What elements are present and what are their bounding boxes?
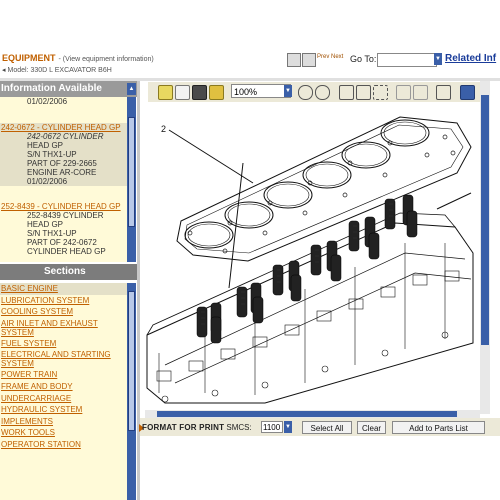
hand-pan-icon[interactable] bbox=[339, 85, 354, 100]
info-scrollbar[interactable] bbox=[127, 97, 136, 262]
viewer-vscroll-thumb[interactable] bbox=[481, 95, 489, 345]
info-scrollbar-thumb[interactable] bbox=[128, 117, 135, 227]
clear-button[interactable]: Clear bbox=[357, 421, 386, 434]
sections-heading: Sections bbox=[0, 264, 137, 280]
print-icon[interactable] bbox=[287, 53, 301, 67]
section-link-basic-engine[interactable]: BASIC ENGINE bbox=[0, 283, 127, 295]
section-link-work-tools[interactable]: WORK TOOLS bbox=[0, 427, 127, 439]
section-link-fuel[interactable]: FUEL SYSTEM bbox=[0, 338, 127, 350]
info-available-heading: Information Available bbox=[0, 81, 137, 97]
pane-divider[interactable] bbox=[137, 81, 140, 500]
viewer-hscroll-thumb[interactable] bbox=[157, 411, 457, 417]
info-item-link[interactable]: 252-8439 - CYLINDER HEAD GP bbox=[0, 202, 127, 211]
triangle-left-icon: ◂ bbox=[2, 67, 6, 74]
info-line: 01/02/2006 bbox=[27, 97, 68, 106]
section-link-frame-body[interactable]: FRAME AND BODY bbox=[0, 381, 127, 393]
sections-scrollbar-thumb[interactable] bbox=[128, 291, 135, 431]
info-line: 01/02/2006 bbox=[27, 177, 68, 186]
zoom-dropdown-arrow-icon[interactable]: ▼ bbox=[284, 85, 292, 97]
model-breadcrumb[interactable]: ◂ Model: 330D L EXCAVATOR B6H bbox=[2, 66, 112, 74]
info-item-link[interactable]: 242-0672 - CYLINDER HEAD GP bbox=[0, 123, 127, 132]
format-for-print-label[interactable]: FORMAT FOR PRINT SMCS: bbox=[142, 423, 252, 432]
document-icon[interactable] bbox=[302, 53, 316, 67]
zoom-out-icon[interactable] bbox=[315, 85, 330, 100]
callout-label: 2 bbox=[161, 124, 166, 134]
info-line: PART OF 229-2665 bbox=[27, 159, 97, 168]
section-link-air-inlet[interactable]: AIR INLET AND EXHAUST SYSTEM bbox=[0, 318, 121, 338]
goto-dropdown-arrow-icon[interactable]: ▼ bbox=[434, 53, 442, 65]
notes-icon[interactable] bbox=[209, 85, 224, 100]
smcs-label: SMCS: bbox=[226, 423, 252, 432]
info-line: HEAD GP bbox=[27, 141, 64, 150]
select-all-button[interactable]: Select All bbox=[302, 421, 352, 434]
info-line: S/N THX1-UP bbox=[27, 229, 77, 238]
zoom-in-icon[interactable] bbox=[298, 85, 313, 100]
info-line: 242-0672 CYLINDER bbox=[27, 132, 104, 141]
prev-next-nav[interactable]: Prev Next bbox=[317, 54, 343, 60]
find-icon[interactable] bbox=[396, 85, 411, 100]
section-link-operator-station[interactable]: OPERATOR STATION bbox=[0, 439, 127, 451]
scroll-up-icon[interactable]: ▲ bbox=[127, 83, 136, 95]
smcs-select[interactable]: 1100 bbox=[261, 421, 283, 433]
sections-list: BASIC ENGINE LUBRICATION SYSTEM COOLING … bbox=[0, 283, 127, 500]
viewer-horizontal-scrollbar[interactable] bbox=[145, 410, 480, 418]
info-available-list: 01/02/2006 242-0672 - CYLINDER HEAD GP 2… bbox=[0, 97, 127, 262]
info-line: 252-8439 CYLINDER bbox=[27, 211, 104, 220]
section-link-implements[interactable]: IMPLEMENTS bbox=[0, 416, 127, 428]
goto-select[interactable] bbox=[377, 53, 437, 67]
section-link-power-train[interactable]: POWER TRAIN bbox=[0, 369, 127, 381]
zoom-select[interactable]: 100% bbox=[231, 84, 291, 98]
related-info-link[interactable]: Related Inf bbox=[445, 53, 496, 64]
parts-diagram-canvas[interactable]: 2 bbox=[145, 103, 478, 410]
viewer-toolbar bbox=[148, 82, 480, 102]
settings-gear-icon[interactable] bbox=[436, 85, 451, 100]
book-icon[interactable] bbox=[192, 85, 207, 100]
cylinder-head-diagram: 2 bbox=[146, 116, 474, 404]
marquee-select-icon[interactable] bbox=[373, 85, 388, 100]
save-icon[interactable] bbox=[158, 85, 173, 100]
zoom-tool-icon[interactable] bbox=[356, 85, 371, 100]
info-line: CYLINDER HEAD GP bbox=[27, 247, 106, 256]
viewer-vertical-scrollbar[interactable] bbox=[480, 81, 490, 414]
info-line: ENGINE AR-CORE bbox=[27, 168, 97, 177]
info-line: HEAD GP bbox=[27, 220, 64, 229]
page-subtitle: - (View equipment information) bbox=[58, 56, 154, 63]
sections-scrollbar[interactable] bbox=[127, 283, 136, 500]
add-to-parts-list-button[interactable]: Add to Parts List bbox=[392, 421, 485, 434]
section-link-undercarriage[interactable]: UNDERCARRIAGE bbox=[0, 393, 127, 405]
section-link-electrical[interactable]: ELECTRICAL AND STARTING SYSTEM bbox=[0, 349, 123, 369]
section-link-cooling[interactable]: COOLING SYSTEM bbox=[0, 306, 127, 318]
find-next-icon[interactable] bbox=[413, 85, 428, 100]
print-icon[interactable] bbox=[175, 85, 190, 100]
section-link-lubrication[interactable]: LUBRICATION SYSTEM bbox=[0, 295, 127, 307]
info-line: S/N THX1-UP bbox=[27, 150, 77, 159]
dropdown-arrow-icon[interactable] bbox=[460, 85, 475, 100]
smcs-dropdown-arrow-icon[interactable]: ▼ bbox=[284, 421, 292, 433]
info-line: PART OF 242-0672 bbox=[27, 238, 97, 247]
section-link-hydraulic[interactable]: HYDRAULIC SYSTEM bbox=[0, 404, 127, 416]
goto-label: Go To: bbox=[350, 54, 377, 64]
page-title: EQUIPMENT - (View equipment information) bbox=[2, 53, 154, 63]
valve-spring-group bbox=[196, 194, 418, 344]
